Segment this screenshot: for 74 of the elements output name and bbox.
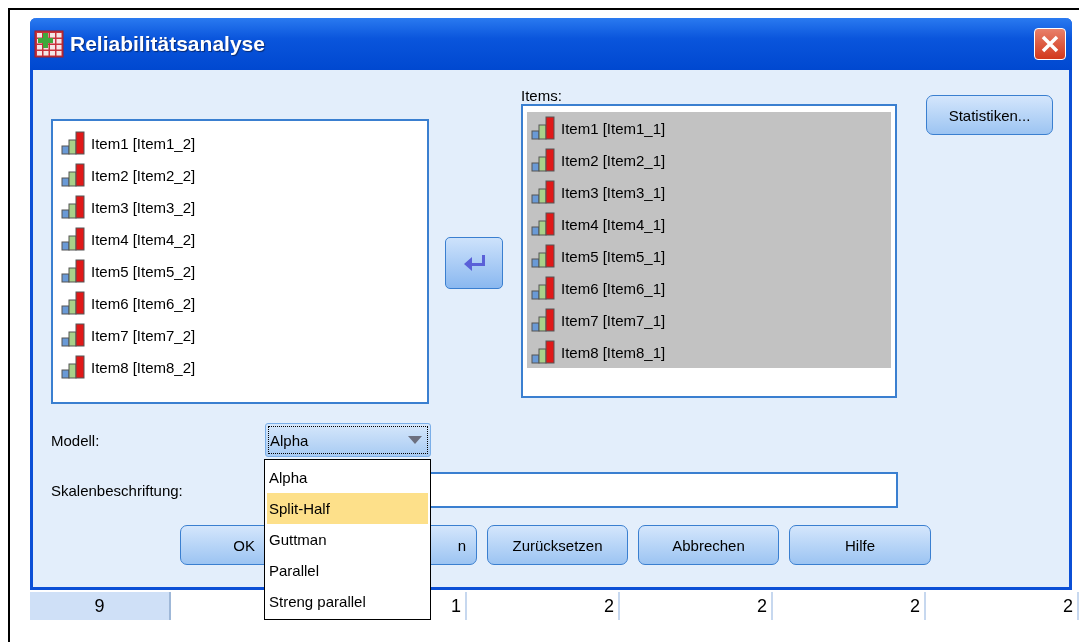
scale-label: Skalenbeschriftung: [51,481,184,499]
item-label: Item6 [Item6_1] [561,279,666,297]
variable-list-item[interactable]: Item2 [Item2_2] [57,159,423,191]
variable-list-item[interactable]: Item3 [Item3_2] [57,191,423,223]
ordinal-variable-icon [61,259,87,283]
table-cell: 2 [1062,596,1073,616]
items-list[interactable]: Item1 [Item1_1] Item2 [Item2_1] Item3 [Item3_1] Item4 [Item4_1] Item5 [Item5_1] Item6 [Item6_1] Item7 [Item7_1] Item8 [Item8_1] [521,104,897,398]
item-label: Item8 [Item8_2] [91,358,196,376]
caret-icon [408,436,422,444]
dropdown-option[interactable]: Alpha [267,462,428,493]
variable-list-item[interactable]: Item8 [Item8_2] [57,351,423,383]
item-label: Item1 [Item1_2] [91,134,196,152]
close-icon [1040,34,1060,54]
items-list-item[interactable]: Item7 [Item7_1] [527,304,891,336]
item-label: Item4 [Item4_2] [91,230,196,248]
ordinal-variable-icon [61,163,87,187]
ordinal-variable-icon [531,180,557,204]
dropdown-option[interactable]: Split-Half [267,493,428,524]
variable-list[interactable]: Item1 [Item1_2] Item2 [Item2_2] Item3 [Item3_2] Item4 [Item4_2] Item5 [Item5_2] Item6 [Item6_2] Item7 [Item7_2] Item8 [Item8_2] [51,119,429,404]
items-list-item[interactable]: Item2 [Item2_1] [527,144,891,176]
table-cell: 2 [910,596,920,616]
variable-list-item[interactable]: Item1 [Item1_2] [57,127,423,159]
item-label: Item5 [Item5_1] [561,247,666,265]
variable-list-item[interactable]: Item6 [Item6_2] [57,287,423,319]
ordinal-variable-icon [531,340,557,364]
ordinal-variable-icon [61,355,87,379]
ordinal-variable-icon [531,276,557,300]
ordinal-variable-icon [61,131,87,155]
item-label: Item3 [Item3_2] [91,198,196,216]
close-button[interactable] [1034,28,1066,60]
ordinal-variable-icon [531,308,557,332]
item-label: Item1 [Item1_1] [561,119,666,137]
dialog-button[interactable]: Abbrechen [638,525,779,565]
item-label: Item8 [Item8_1] [561,343,666,361]
item-label: Item5 [Item5_2] [91,262,196,280]
item-label: Item2 [Item2_2] [91,166,196,184]
move-back-button[interactable] [445,237,503,289]
variable-list-item[interactable]: Item7 [Item7_2] [57,319,423,351]
ordinal-variable-icon [61,227,87,251]
items-list-item[interactable]: Item3 [Item3_1] [527,176,891,208]
item-label: Item7 [Item7_2] [91,326,196,344]
item-label: Item4 [Item4_1] [561,215,666,233]
items-list-item[interactable]: Item6 [Item6_1] [527,272,891,304]
back-arrow-icon [462,253,486,273]
variable-list-item[interactable]: Item4 [Item4_2] [57,223,423,255]
item-label: Item2 [Item2_1] [561,151,666,169]
model-label: Modell: [51,431,101,449]
table-icon [34,30,64,58]
ordinal-variable-icon [531,116,557,140]
dialog-button[interactable]: Zurücksetzen [487,525,628,565]
variable-list-item[interactable]: Item5 [Item5_2] [57,255,423,287]
table-cell: 2 [757,596,767,616]
item-label: Item7 [Item7_1] [561,311,666,329]
model-dropdown[interactable]: Alpha [265,423,431,457]
dialog-button[interactable]: Hilfe [789,525,931,565]
ordinal-variable-icon [61,291,87,315]
item-label: Item6 [Item6_2] [91,294,196,312]
item-label: Item3 [Item3_1] [561,183,666,201]
ordinal-variable-icon [531,148,557,172]
items-list-item[interactable]: Item8 [Item8_1] [527,336,891,368]
window-title: Reliabilitätsanalyse [70,32,266,56]
items-label: Items: [521,87,563,104]
ordinal-variable-icon [531,212,557,236]
table-cell: 2 [604,596,615,616]
ordinal-variable-icon [61,323,87,347]
table-cell: 1 [451,596,462,616]
ordinal-variable-icon [531,244,557,268]
items-list-item[interactable]: Item1 [Item1_1] [527,112,891,144]
dropdown-option[interactable]: Streng parallel [267,586,428,617]
statistics-button[interactable]: Statistiken... [926,95,1053,135]
row-header: 9 [30,592,172,620]
items-list-item[interactable]: Item4 [Item4_1] [527,208,891,240]
items-list-item[interactable]: Item5 [Item5_1] [527,240,891,272]
ordinal-variable-icon [61,195,87,219]
